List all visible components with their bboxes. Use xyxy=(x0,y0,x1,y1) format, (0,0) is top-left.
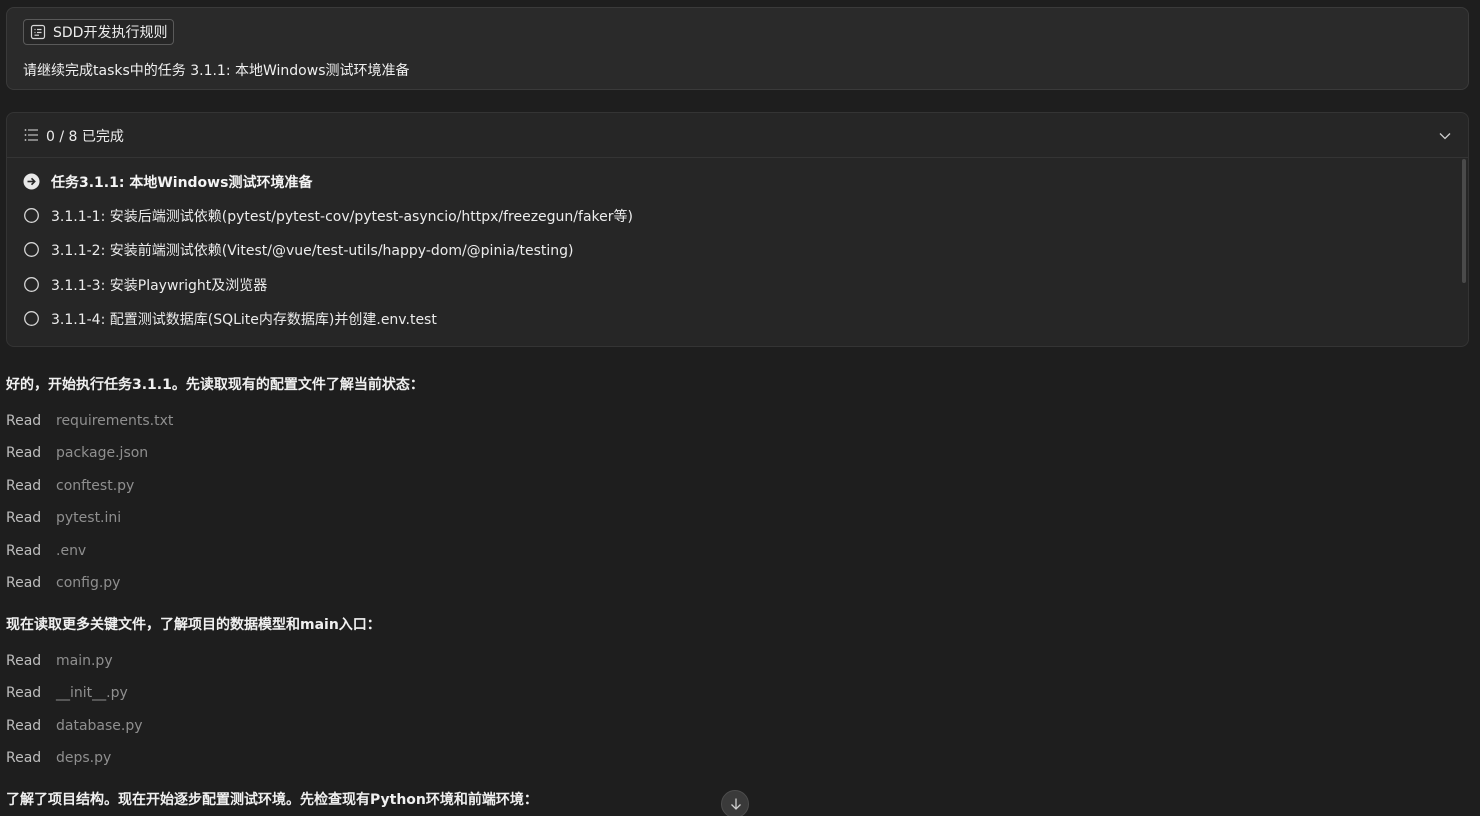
chevron-down-icon[interactable] xyxy=(1438,128,1452,147)
read-row[interactable]: Read config.py xyxy=(6,575,120,591)
read-file: package.json xyxy=(56,445,149,461)
read-verb: Read xyxy=(6,510,42,526)
todo-label: 任务3.1.1: 本地Windows测试环境准备 xyxy=(51,175,313,191)
arrow-circle-icon xyxy=(23,173,40,194)
todo-panel: 0 / 8 已完成 任务3.1.1: 本地Windows测试环境准备 3.1.1… xyxy=(6,112,1469,347)
read-file: deps.py xyxy=(56,750,112,766)
read-file: pytest.ini xyxy=(56,510,122,526)
todo-scrollbar[interactable] xyxy=(1462,159,1466,283)
todo-label: 3.1.1-1: 安装后端测试依赖(pytest/pytest-cov/pyte… xyxy=(51,209,633,225)
read-verb: Read xyxy=(6,575,42,591)
empty-circle-icon xyxy=(23,241,40,262)
read-verb: Read xyxy=(6,685,42,701)
read-file: main.py xyxy=(56,653,113,669)
assistant-message: 好的，开始执行任务3.1.1。先读取现有的配置文件了解当前状态： xyxy=(6,377,424,393)
todo-list: 任务3.1.1: 本地Windows测试环境准备 3.1.1-1: 安装后端测试… xyxy=(7,158,1468,346)
read-verb: Read xyxy=(6,413,42,429)
assistant-message: 了解了项目结构。现在开始逐步配置测试环境。先检查现有Python环境和前端环境： xyxy=(6,792,538,808)
scroll-to-bottom-button[interactable] xyxy=(721,790,749,816)
read-row[interactable]: Read __init__.py xyxy=(6,685,128,701)
empty-circle-icon xyxy=(23,345,40,346)
read-verb: Read xyxy=(6,543,42,559)
read-verb: Read xyxy=(6,718,42,734)
todo-label: 3.1.1-3: 安装Playwright及浏览器 xyxy=(51,278,268,294)
empty-circle-icon xyxy=(23,276,40,297)
empty-circle-icon xyxy=(23,310,40,331)
read-row[interactable]: Read conftest.py xyxy=(6,478,134,494)
read-file: .env xyxy=(56,543,87,559)
checklist-icon xyxy=(23,127,39,147)
todo-header[interactable]: 0 / 8 已完成 xyxy=(7,113,1468,158)
assistant-message: 现在读取更多关键文件，了解项目的数据模型和main入口： xyxy=(6,617,381,633)
read-row[interactable]: Read package.json xyxy=(6,445,148,461)
todo-label: 3.1.1-2: 安装前端测试依赖(Vitest/@vue/test-utils… xyxy=(51,243,574,259)
todo-label: 3.1.1-4: 配置测试数据库(SQLite内存数据库)并创建.env.tes… xyxy=(51,312,437,328)
read-row[interactable]: Read database.py xyxy=(6,718,143,734)
user-prompt-card: SDD开发执行规则 请继续完成tasks中的任务 3.1.1: 本地Window… xyxy=(6,7,1469,90)
read-row[interactable]: Read deps.py xyxy=(6,750,111,766)
read-file: __init__.py xyxy=(56,685,128,701)
read-row[interactable]: Read main.py xyxy=(6,653,113,669)
rule-chip[interactable]: SDD开发执行规则 xyxy=(23,19,175,45)
empty-circle-icon xyxy=(23,207,40,228)
read-verb: Read xyxy=(6,478,42,494)
rule-document-icon xyxy=(30,24,46,40)
read-row[interactable]: Read .env xyxy=(6,543,86,559)
read-file: conftest.py xyxy=(56,478,135,494)
read-row[interactable]: Read requirements.txt xyxy=(6,413,173,429)
read-file: config.py xyxy=(56,575,121,591)
read-verb: Read xyxy=(6,653,42,669)
read-verb: Read xyxy=(6,750,42,766)
rule-chip-label: SDD开发执行规则 xyxy=(53,25,168,41)
chat-panel: SDD开发执行规则 请继续完成tasks中的任务 3.1.1: 本地Window… xyxy=(0,0,1480,816)
prompt-text: 请继续完成tasks中的任务 3.1.1: 本地Windows测试环境准备 xyxy=(23,63,410,79)
read-file: requirements.txt xyxy=(56,413,174,429)
read-file: database.py xyxy=(56,718,143,734)
read-row[interactable]: Read pytest.ini xyxy=(6,510,121,526)
read-verb: Read xyxy=(6,445,42,461)
todo-progress: 0 / 8 已完成 xyxy=(46,129,124,145)
